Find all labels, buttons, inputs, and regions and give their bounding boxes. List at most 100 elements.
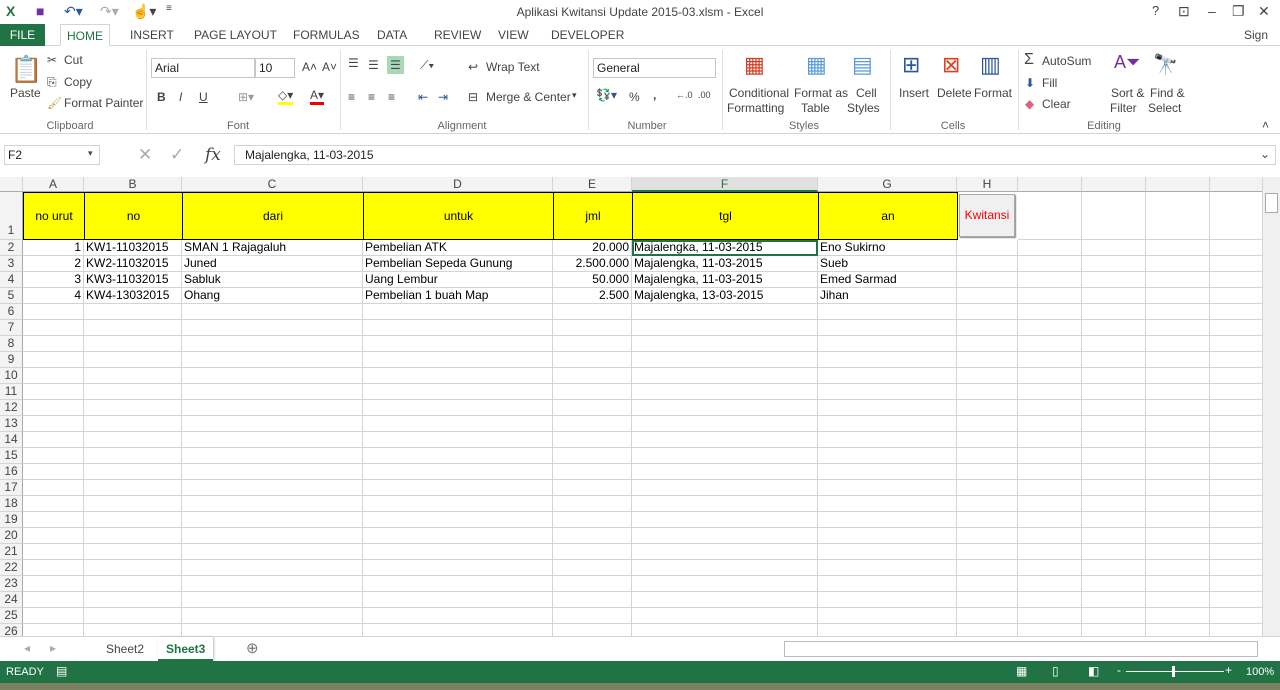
empty-cell[interactable] <box>84 592 182 608</box>
row-header-25[interactable]: 25 <box>0 608 23 624</box>
borders-icon[interactable]: ⊞▾ <box>238 90 254 104</box>
ribbon-display-icon[interactable]: ⊡ <box>1178 3 1190 20</box>
empty-cell[interactable] <box>1082 272 1146 288</box>
empty-cell[interactable] <box>84 448 182 464</box>
empty-cell[interactable] <box>182 304 363 320</box>
empty-cell[interactable] <box>632 480 818 496</box>
zoom-slider-thumb[interactable] <box>1172 666 1175 677</box>
empty-cell[interactable] <box>363 544 553 560</box>
empty-cell[interactable] <box>818 560 957 576</box>
row-header-17[interactable]: 17 <box>0 480 23 496</box>
empty-cell[interactable] <box>1146 576 1210 592</box>
empty-cell[interactable] <box>1082 464 1146 480</box>
empty-cell[interactable] <box>957 528 1018 544</box>
empty-cell[interactable] <box>182 336 363 352</box>
empty-cell[interactable] <box>1210 608 1262 624</box>
empty-cell[interactable] <box>1082 256 1146 272</box>
empty-cell[interactable] <box>957 304 1018 320</box>
empty-cell[interactable] <box>1146 496 1210 512</box>
increase-decimal-icon[interactable]: ←.0 <box>676 90 693 100</box>
formula-input[interactable]: Majalengka, 11-03-2015 <box>234 145 1276 165</box>
empty-cell[interactable] <box>553 560 632 576</box>
row-header-13[interactable]: 13 <box>0 416 23 432</box>
row-header-14[interactable]: 14 <box>0 432 23 448</box>
empty-cell[interactable] <box>957 560 1018 576</box>
empty-cell[interactable] <box>1018 352 1082 368</box>
empty-cell[interactable] <box>23 416 84 432</box>
empty-cell[interactable] <box>84 320 182 336</box>
row-header-5[interactable]: 5 <box>0 288 23 304</box>
empty-cell[interactable] <box>182 320 363 336</box>
column-header-C[interactable]: C <box>182 177 363 192</box>
row-header-2[interactable]: 2 <box>0 240 23 256</box>
cell-A2[interactable]: 1 <box>23 240 84 256</box>
column-header-empty[interactable] <box>1018 177 1082 192</box>
cell-C2[interactable]: SMAN 1 Rajagaluh <box>182 240 363 256</box>
empty-cell[interactable] <box>818 432 957 448</box>
cell-F5[interactable]: Majalengka, 13-03-2015 <box>632 288 818 304</box>
empty-cell[interactable] <box>818 352 957 368</box>
empty-cell[interactable] <box>182 528 363 544</box>
empty-cell[interactable] <box>957 576 1018 592</box>
cell-E2[interactable]: 20.000 <box>553 240 632 256</box>
empty-cell[interactable] <box>818 576 957 592</box>
row-header-24[interactable]: 24 <box>0 592 23 608</box>
prev-sheet-icon[interactable]: ◂ <box>24 641 30 655</box>
empty-cell[interactable] <box>957 544 1018 560</box>
empty-cell[interactable] <box>84 560 182 576</box>
empty-cell[interactable] <box>553 416 632 432</box>
font-color-icon[interactable]: A▾ <box>310 88 325 105</box>
empty-cell[interactable] <box>23 464 84 480</box>
format-painter-button[interactable]: Format Painter <box>64 96 143 110</box>
empty-cell[interactable] <box>1018 432 1082 448</box>
empty-cell[interactable] <box>1082 592 1146 608</box>
empty-cell[interactable] <box>632 336 818 352</box>
column-header-empty[interactable] <box>1082 177 1146 192</box>
empty-cell[interactable] <box>363 304 553 320</box>
row-header-12[interactable]: 12 <box>0 400 23 416</box>
italic-button[interactable]: I <box>179 90 182 104</box>
cell-F4[interactable]: Majalengka, 11-03-2015 <box>632 272 818 288</box>
empty-cell[interactable] <box>363 400 553 416</box>
column-header-H[interactable]: H <box>957 177 1018 192</box>
empty-cell[interactable] <box>1082 448 1146 464</box>
empty-cell[interactable] <box>182 384 363 400</box>
empty-cell[interactable] <box>553 480 632 496</box>
empty-cell[interactable] <box>553 384 632 400</box>
tab-file[interactable]: FILE <box>0 24 45 46</box>
align-right-icon[interactable]: ≡ <box>388 90 395 104</box>
empty-cell[interactable] <box>632 496 818 512</box>
empty-cell[interactable] <box>1210 480 1262 496</box>
horizontal-scrollbar[interactable] <box>784 641 1258 657</box>
cell-D5[interactable]: Pembelian 1 buah Map <box>363 288 553 304</box>
header-cell-E[interactable]: jml <box>553 192 633 240</box>
empty-cell[interactable] <box>1146 624 1210 636</box>
empty-cell[interactable] <box>84 304 182 320</box>
empty-cell[interactable] <box>1018 592 1082 608</box>
cell-G3[interactable]: Sueb <box>818 256 957 272</box>
empty-cell[interactable] <box>632 304 818 320</box>
row-header-18[interactable]: 18 <box>0 496 23 512</box>
empty-cell[interactable] <box>553 304 632 320</box>
empty-cell[interactable] <box>1210 416 1262 432</box>
cut-button[interactable]: Cut <box>64 53 83 67</box>
empty-cell[interactable] <box>632 416 818 432</box>
orientation-icon[interactable]: ⟋▾ <box>420 58 434 73</box>
cell-G4[interactable]: Emed Sarmad <box>818 272 957 288</box>
column-header-E[interactable]: E <box>553 177 632 192</box>
empty-cell[interactable] <box>553 592 632 608</box>
empty-cell[interactable] <box>363 368 553 384</box>
empty-cell[interactable] <box>632 528 818 544</box>
tab-review[interactable]: REVIEW <box>428 24 487 46</box>
empty-cell[interactable] <box>23 576 84 592</box>
empty-cell[interactable] <box>1210 368 1262 384</box>
empty-cell[interactable] <box>553 368 632 384</box>
empty-cell[interactable] <box>23 432 84 448</box>
cell-B4[interactable]: KW3-11032015 <box>84 272 182 288</box>
empty-cell[interactable] <box>1018 192 1082 240</box>
cell-A3[interactable]: 2 <box>23 256 84 272</box>
empty-cell[interactable] <box>632 368 818 384</box>
row-header-15[interactable]: 15 <box>0 448 23 464</box>
empty-cell[interactable] <box>553 336 632 352</box>
empty-cell[interactable] <box>553 624 632 636</box>
